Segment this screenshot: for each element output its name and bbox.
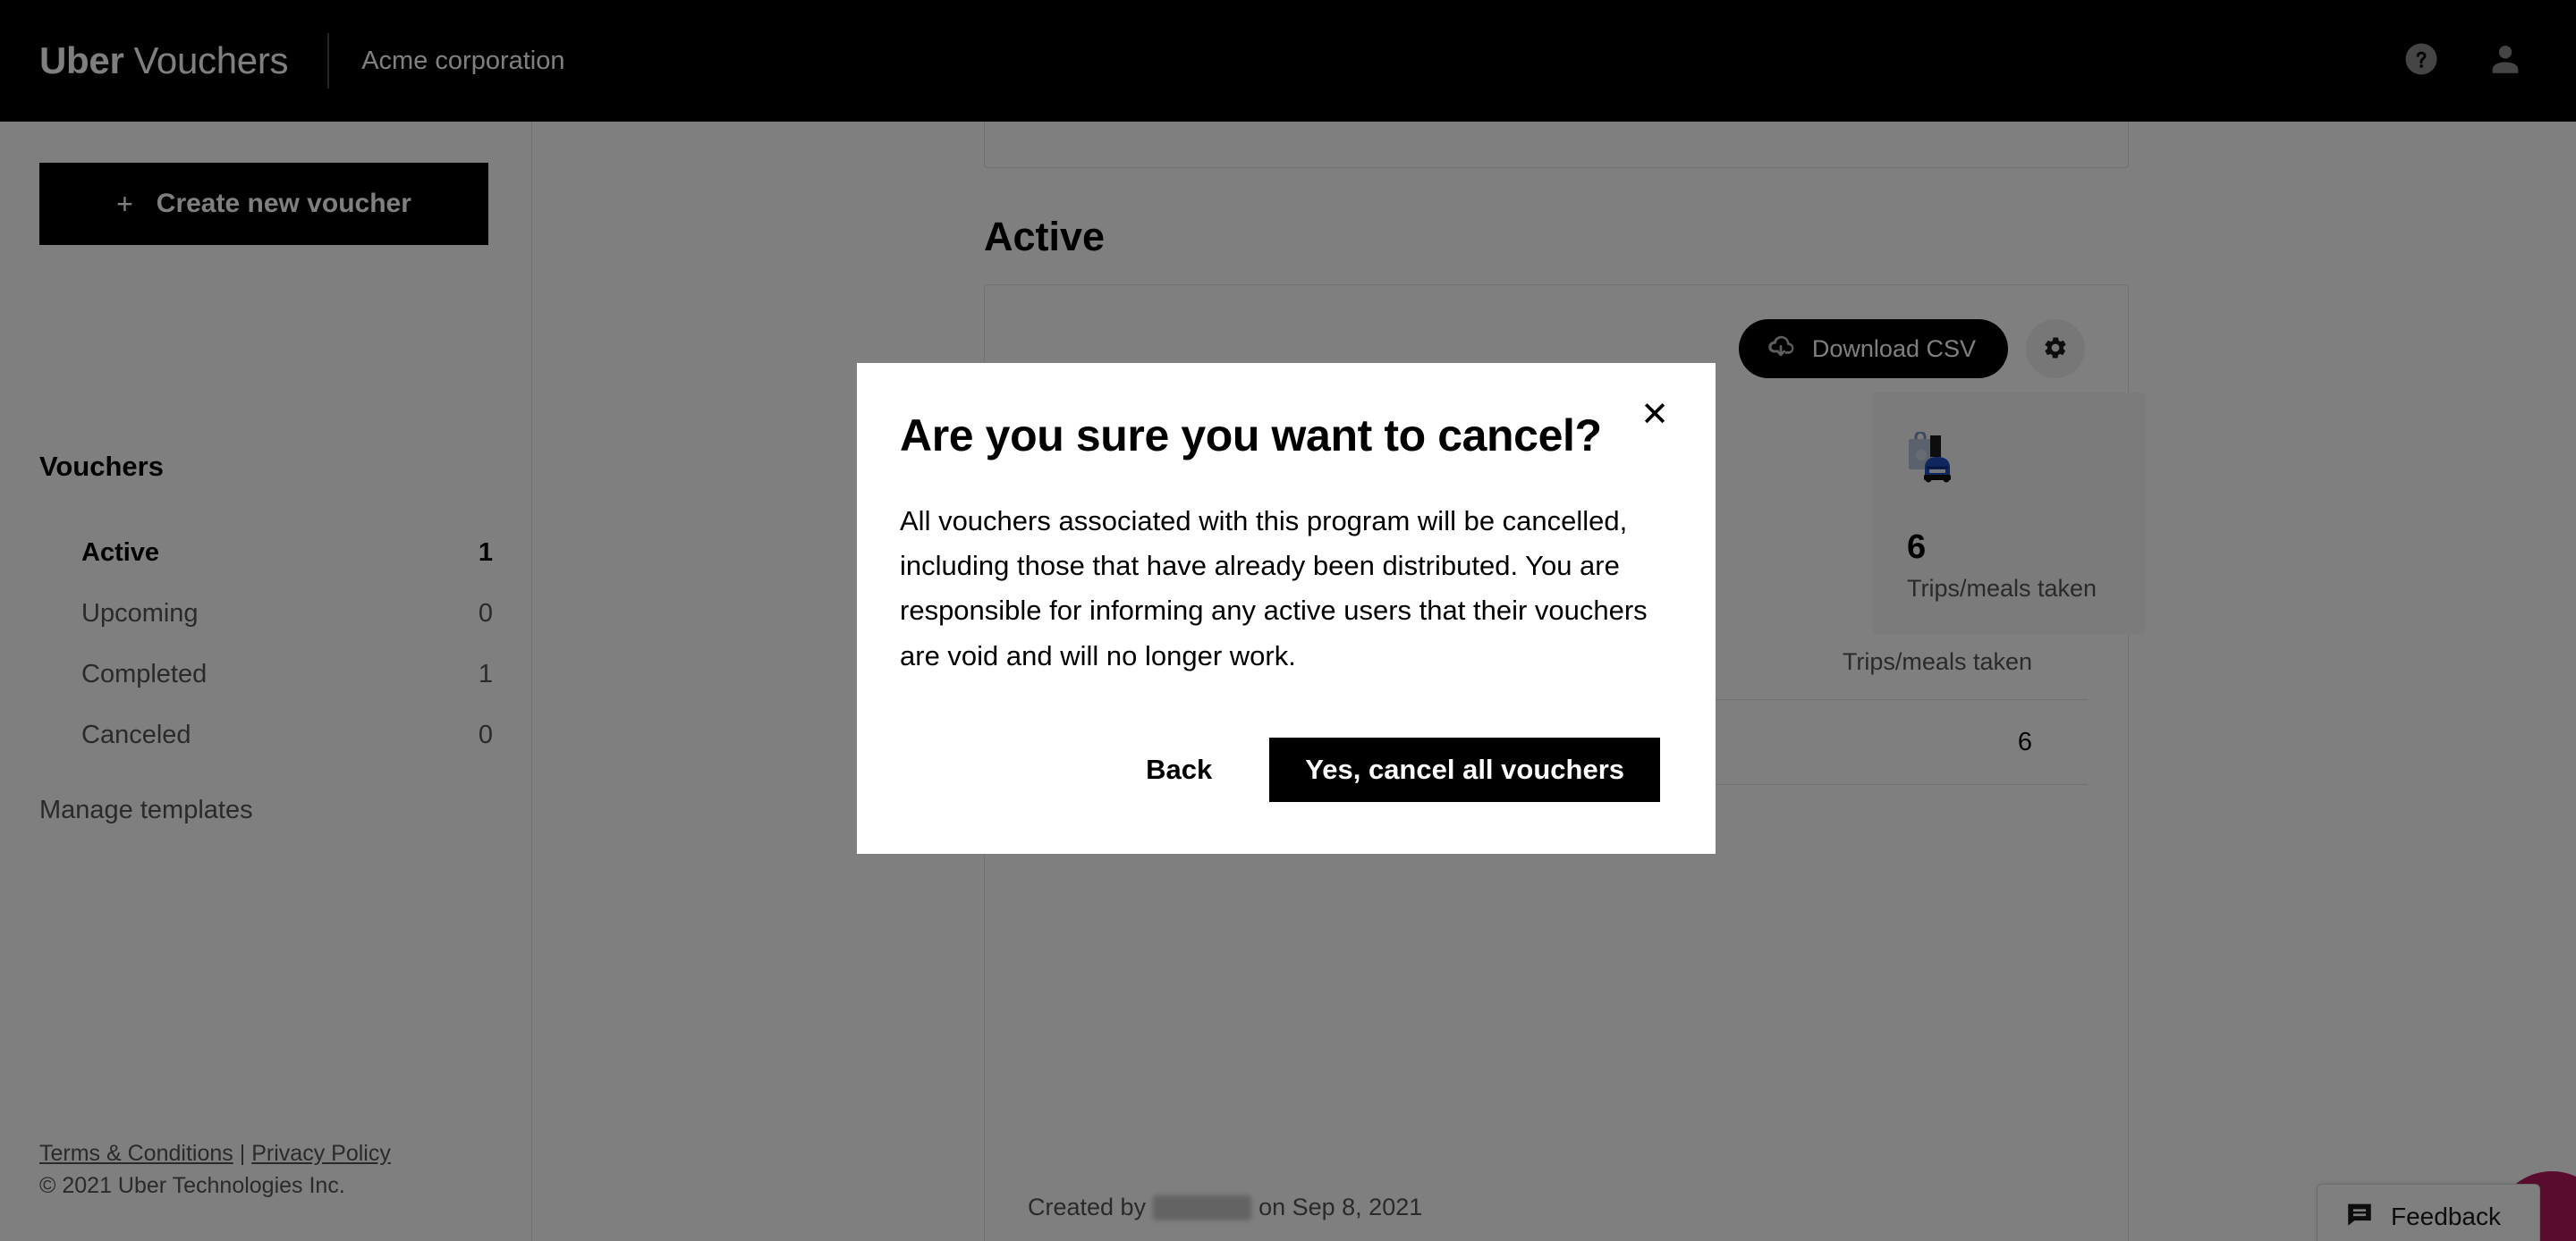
confirm-cancel-all-vouchers-button[interactable]: Yes, cancel all vouchers (1269, 737, 1660, 802)
modal-body-text: All vouchers associated with this progra… (900, 505, 1648, 671)
back-button[interactable]: Back (1089, 738, 1269, 802)
modal-actions: Back Yes, cancel all vouchers (900, 737, 1660, 802)
cancel-confirmation-modal: ✕ Are you sure you want to cancel? All v… (857, 363, 1716, 854)
close-icon[interactable]: ✕ (1633, 393, 1676, 436)
modal-title: Are you sure you want to cancel? (900, 410, 1602, 460)
